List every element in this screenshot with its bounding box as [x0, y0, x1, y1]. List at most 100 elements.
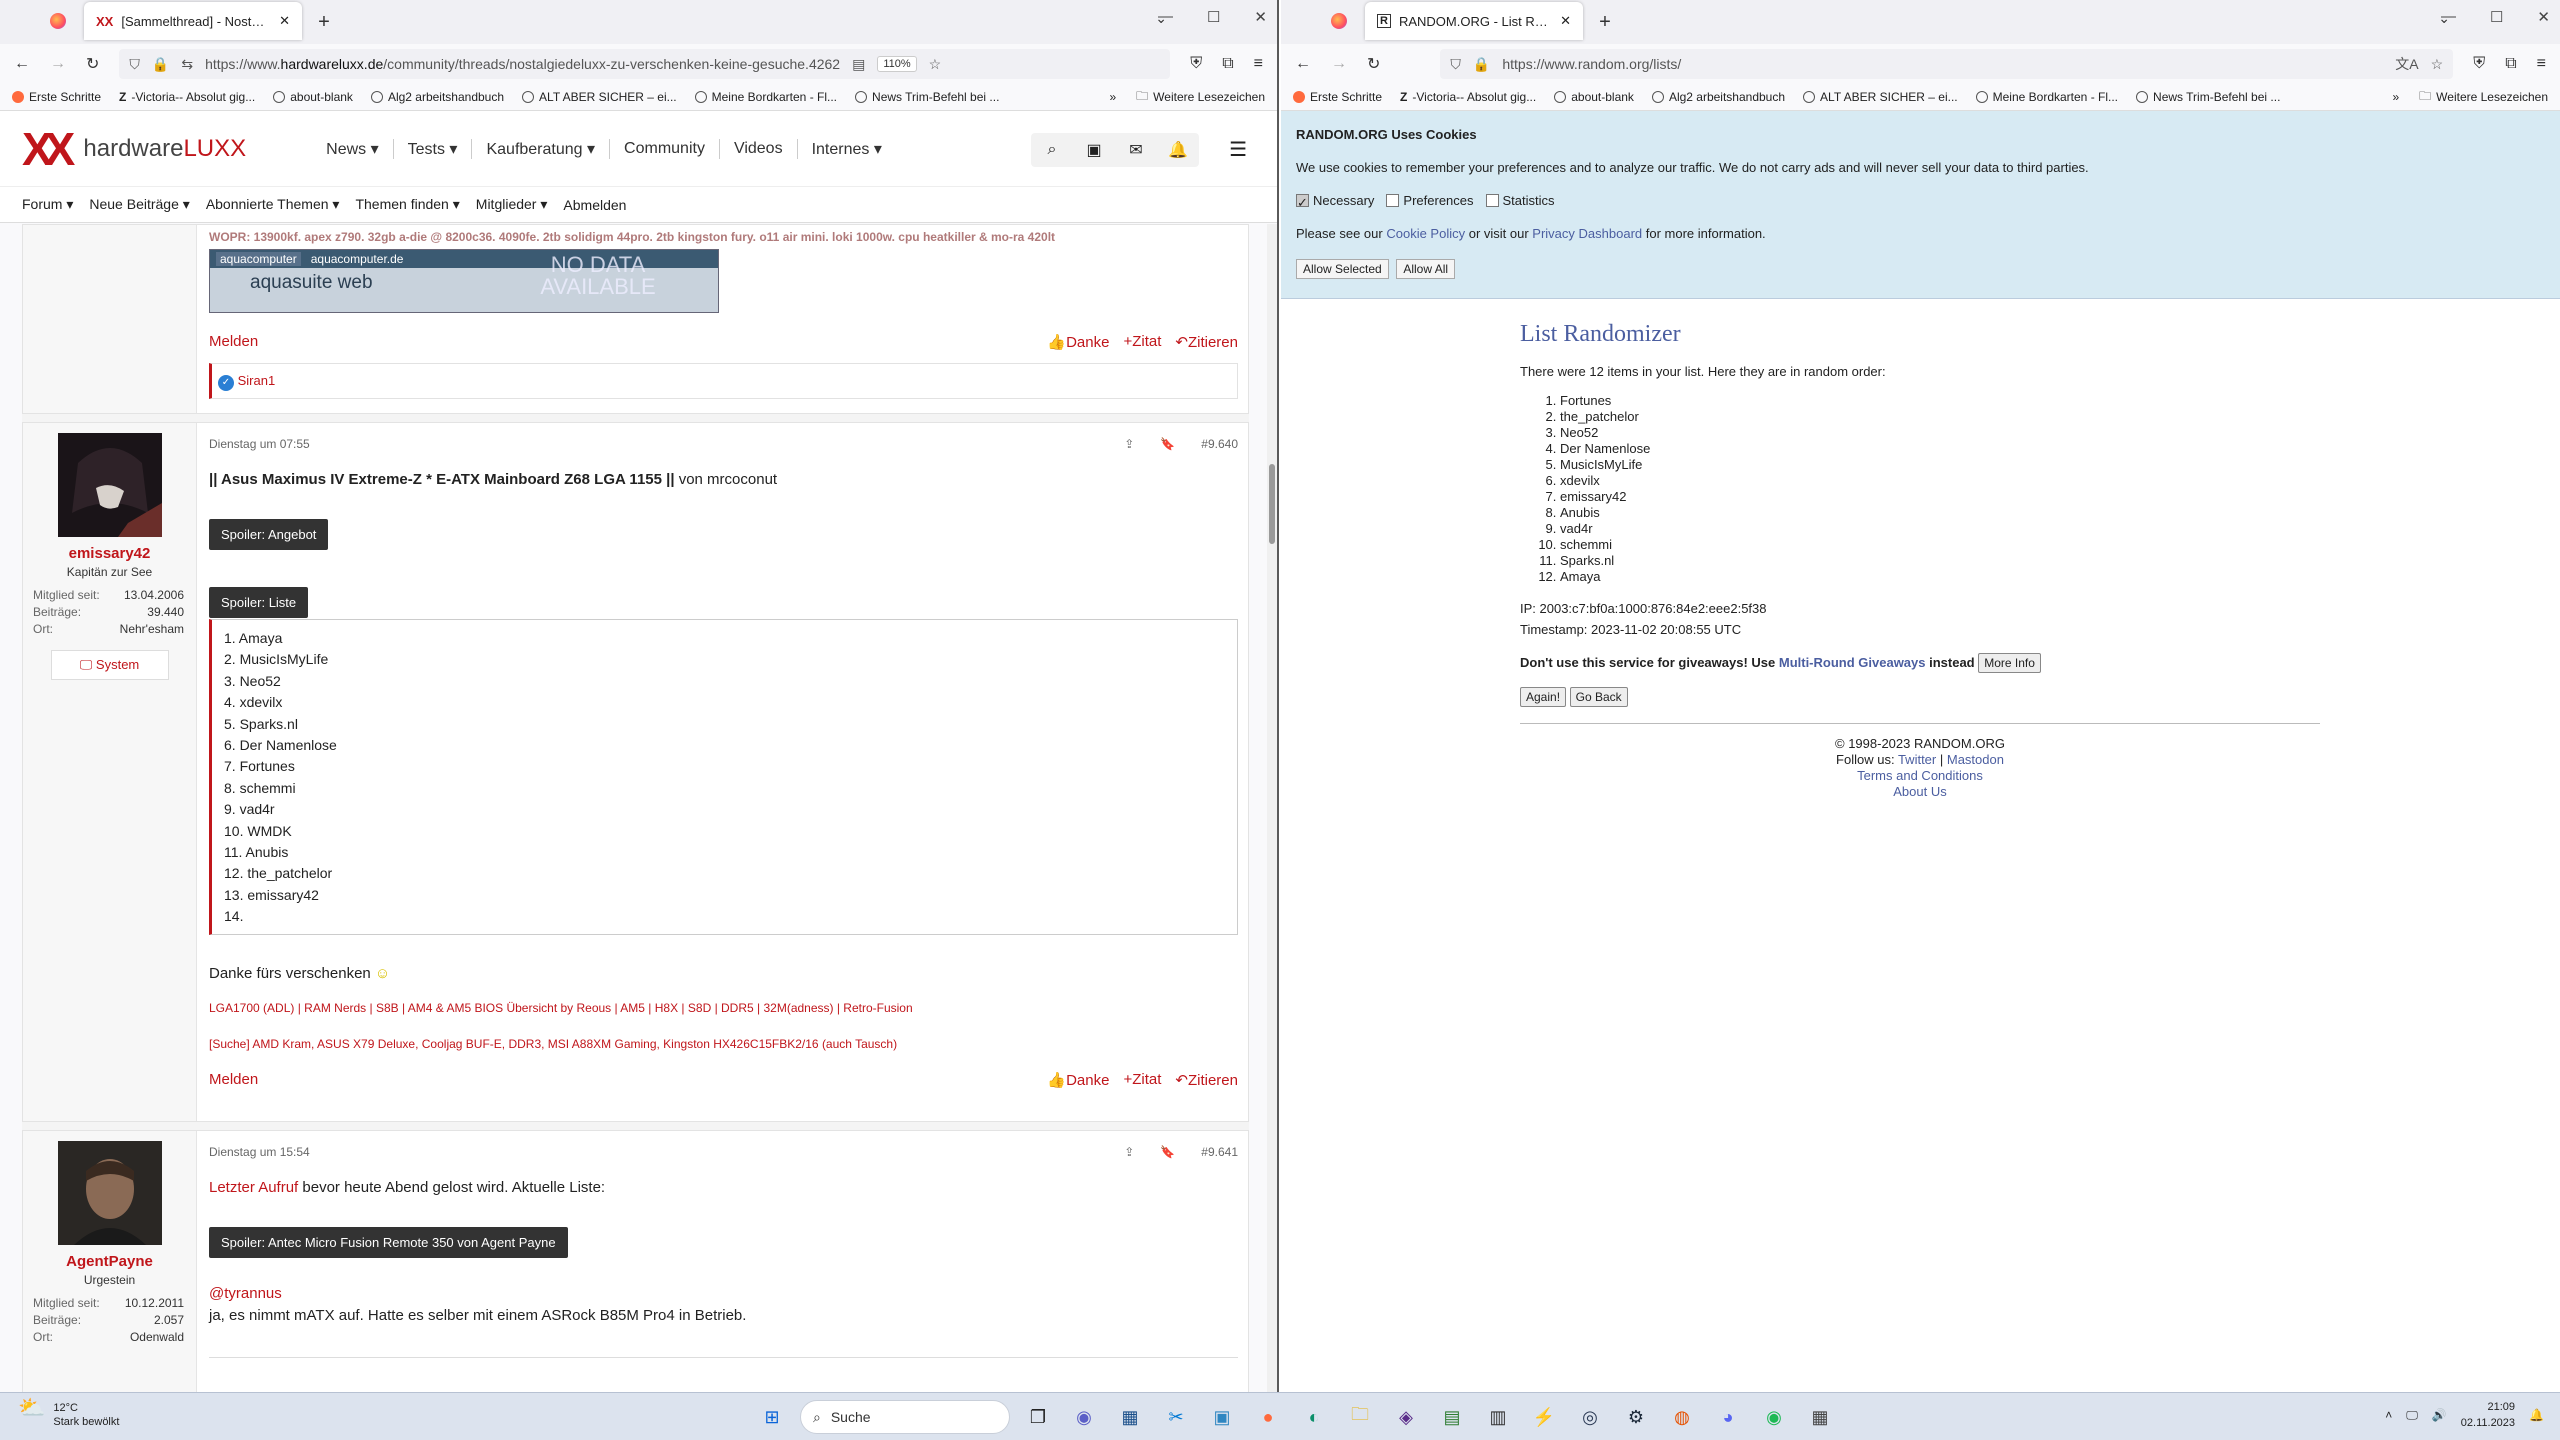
reply-button[interactable]: ↶Zitieren	[1175, 333, 1238, 351]
twitter-link[interactable]: Twitter	[1898, 752, 1936, 767]
letzter-aufruf-link[interactable]: Letzter Aufruf	[209, 1179, 298, 1196]
calendar-icon[interactable]: ▥	[1480, 1399, 1516, 1435]
nav-internes[interactable]: Internes ▾	[812, 139, 882, 159]
tracking-shield-icon[interactable]: ⛉	[129, 56, 140, 73]
username[interactable]: AgentPayne	[23, 1253, 196, 1270]
like-button[interactable]: 👍Danke	[1047, 1071, 1109, 1089]
close-window-icon[interactable]: ✕	[1254, 8, 1267, 26]
privacy-dashboard-link[interactable]: Privacy Dashboard	[1532, 226, 1642, 241]
nav-community[interactable]: Community	[624, 140, 705, 158]
reader-view-icon[interactable]: ▤	[852, 56, 865, 73]
post-number[interactable]: #9.640	[1201, 437, 1238, 451]
spoiler-angebot-button[interactable]: Spoiler: Angebot	[209, 519, 329, 550]
report-link[interactable]: Melden	[209, 333, 258, 350]
forward-icon[interactable]: →	[50, 55, 66, 73]
bookmark-item[interactable]: Z -Victoria-- Absolut gig...	[1400, 90, 1536, 104]
post-number[interactable]: #9.641	[1201, 1145, 1238, 1159]
app-icon[interactable]: ◍	[1664, 1399, 1700, 1435]
search-icon[interactable]: ⌕	[1031, 141, 1073, 159]
username[interactable]: emissary42	[23, 545, 196, 562]
hamburger-icon[interactable]: ☰	[1229, 137, 1247, 162]
nav-tests[interactable]: Tests ▾	[408, 139, 458, 159]
bookmark-item[interactable]: News Trim-Befehl bei ...	[2136, 90, 2280, 104]
volume-icon[interactable]: 🔊	[2432, 1408, 2447, 1422]
subnav-neue-beitraege[interactable]: Neue Beiträge ▾	[89, 196, 189, 213]
close-tab-icon[interactable]: ✕	[1560, 13, 1571, 29]
again-button[interactable]: Again!	[1520, 687, 1567, 707]
bookmark-item[interactable]: Erste Schritte	[1293, 90, 1382, 104]
edge-icon[interactable]: ◐	[1296, 1399, 1332, 1435]
task-view-icon[interactable]: ❐	[1020, 1399, 1056, 1435]
bookmark-icon[interactable]: 🔖	[1160, 1145, 1175, 1159]
permissions-icon[interactable]: ⇆	[181, 56, 193, 73]
chat-icon[interactable]: ◉	[1066, 1399, 1102, 1435]
like-button[interactable]: 👍Danke	[1047, 333, 1109, 351]
about-link[interactable]: About Us	[1520, 784, 2320, 800]
notification-icon[interactable]: 🔔	[2529, 1408, 2544, 1422]
bookmark-item[interactable]: Z -Victoria-- Absolut gig...	[119, 90, 255, 104]
file-explorer-icon[interactable]: 🗀	[1342, 1399, 1378, 1435]
lock-icon[interactable]: 🔒	[1473, 56, 1490, 73]
allow-selected-button[interactable]: Allow Selected	[1296, 259, 1389, 279]
close-window-icon[interactable]: ✕	[2537, 8, 2550, 26]
bookmark-item[interactable]: ALT ABER SICHER – ei...	[522, 90, 677, 104]
network-icon[interactable]: 🖵	[2406, 1408, 2418, 1423]
extensions-icon[interactable]: ⧉	[1222, 55, 1233, 73]
spoiler-antec-button[interactable]: Spoiler: Antec Micro Fusion Remote 350 v…	[209, 1227, 568, 1258]
pocket-icon[interactable]: ⛨	[2473, 55, 2485, 73]
app-icon[interactable]: ▤	[1434, 1399, 1470, 1435]
weather-widget[interactable]: ⛅ 12°C Stark bewölkt	[18, 1397, 119, 1429]
quote-button[interactable]: +Zitat	[1123, 333, 1161, 351]
bookmark-item[interactable]: Meine Bordkarten - Fl...	[1975, 90, 2118, 104]
terms-link[interactable]: Terms and Conditions	[1520, 768, 2320, 784]
firefox-view-icon[interactable]	[50, 13, 66, 29]
allow-all-button[interactable]: Allow All	[1396, 259, 1456, 279]
subnav-mitglieder[interactable]: Mitglieder ▾	[476, 196, 548, 213]
url-bar[interactable]: ⛉ 🔒 https://www.random.org/lists/ 文A ☆	[1440, 49, 2454, 79]
reload-icon[interactable]: ↻	[86, 54, 99, 74]
bookmark-item[interactable]: Alg2 arbeitshandbuch	[1651, 90, 1785, 104]
maximize-icon[interactable]: ☐	[1207, 8, 1220, 26]
reply-button[interactable]: ↶Zitieren	[1175, 1071, 1238, 1089]
firefox-view-icon[interactable]	[1331, 13, 1347, 29]
spotify-icon[interactable]: ◉	[1756, 1399, 1792, 1435]
avatar[interactable]	[57, 433, 162, 537]
minimize-icon[interactable]: —	[1158, 8, 1173, 26]
tracking-shield-icon[interactable]: ⛉	[1450, 56, 1461, 73]
zoom-level[interactable]: 110%	[877, 56, 917, 72]
scrollbar-thumb[interactable]	[1269, 464, 1275, 544]
acrobat-icon[interactable]: ⚡	[1526, 1399, 1562, 1435]
back-icon[interactable]: ←	[14, 55, 30, 73]
mail-icon[interactable]: ✉	[1115, 140, 1157, 160]
other-bookmarks-folder[interactable]: 🗀 Weitere Lesezeichen	[1136, 87, 1265, 108]
avatar[interactable]	[57, 1141, 162, 1245]
app-icon[interactable]: ◈	[1388, 1399, 1424, 1435]
system-button[interactable]: 🖵 System	[50, 650, 169, 680]
post-date[interactable]: Dienstag um 07:55	[209, 437, 310, 451]
discord-icon[interactable]: ◕	[1710, 1399, 1746, 1435]
subnav-abmelden[interactable]: Abmelden	[563, 197, 626, 213]
menu-icon[interactable]: ≡	[1254, 55, 1263, 73]
snipping-tool-icon[interactable]: ✂	[1158, 1399, 1194, 1435]
bookmark-star-icon[interactable]: ☆	[929, 56, 942, 73]
calculator-icon[interactable]: ▦	[1802, 1399, 1838, 1435]
other-bookmarks-folder[interactable]: 🗀 Weitere Lesezeichen	[2419, 87, 2548, 108]
more-bookmarks-icon[interactable]: »	[2392, 90, 2399, 104]
mention-link[interactable]: @tyrannus	[209, 1285, 282, 1302]
nav-videos[interactable]: Videos	[734, 140, 783, 158]
subnav-abonnierte-themen[interactable]: Abonnierte Themen ▾	[206, 196, 340, 213]
more-bookmarks-icon[interactable]: »	[1109, 90, 1116, 104]
post-date[interactable]: Dienstag um 15:54	[209, 1145, 310, 1159]
signature-line[interactable]: LGA1700 (ADL) | RAM Nerds | S8B | AM4 & …	[209, 1001, 913, 1015]
bookmark-item[interactable]: ALT ABER SICHER – ei...	[1803, 90, 1958, 104]
spoiler-liste-button[interactable]: Spoiler: Liste	[209, 587, 309, 618]
preferences-checkbox[interactable]: Preferences	[1386, 193, 1474, 208]
bell-icon[interactable]: 🔔	[1157, 140, 1199, 160]
url-bar[interactable]: ⛉ 🔒 ⇆ https://www.hardwareluxx.de/commun…	[119, 49, 1171, 79]
bookmark-item[interactable]: about-blank	[1554, 90, 1634, 104]
reload-icon[interactable]: ↻	[1367, 54, 1380, 74]
signature-line[interactable]: [Suche] AMD Kram, ASUS X79 Deluxe, Coolj…	[209, 1037, 897, 1051]
multi-round-giveaways-link[interactable]: Multi-Round Giveaways	[1779, 655, 1926, 670]
aquasuite-banner[interactable]: aquacomputer aquacomputer.de aquasuite w…	[209, 249, 719, 313]
nav-kaufberatung[interactable]: Kaufberatung ▾	[486, 139, 595, 159]
